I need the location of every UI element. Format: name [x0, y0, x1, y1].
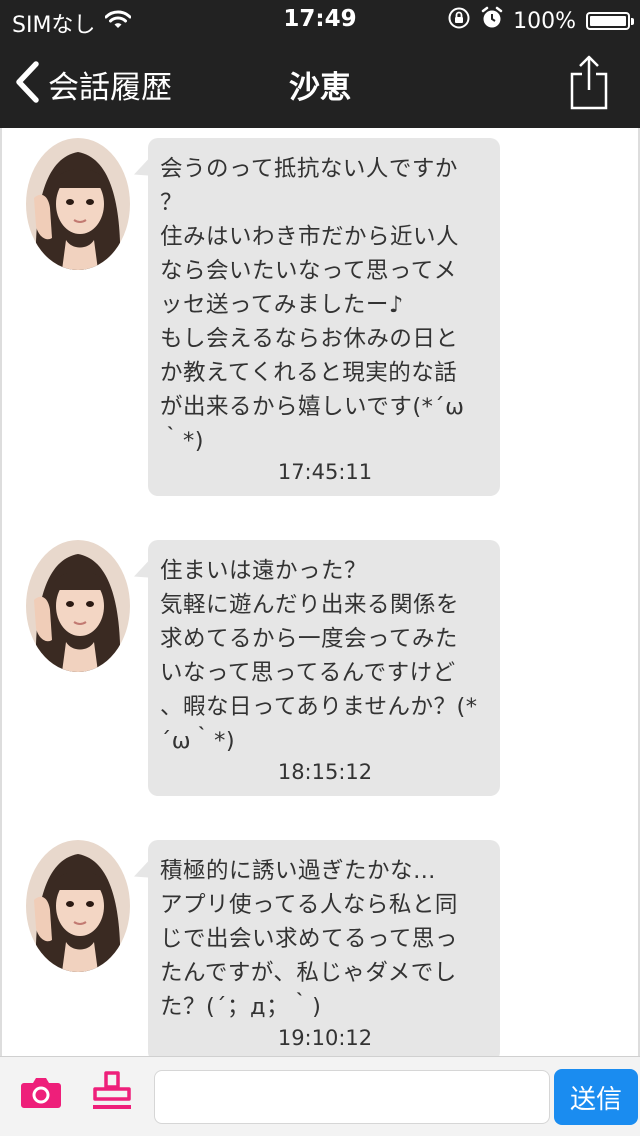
camera-icon	[20, 1078, 62, 1113]
avatar[interactable]	[26, 138, 130, 270]
alarm-icon	[481, 6, 503, 36]
status-bar: SIMなし 17:49 100%	[0, 0, 640, 40]
top-bar: SIMなし 17:49 100% 会話履歴 沙恵	[0, 0, 640, 128]
message-text: 住まいは遠かった？ 気軽に遊んだり出来る関係を 求めてるから一度会ってみた いな…	[160, 558, 478, 754]
stamp-button[interactable]	[90, 1069, 134, 1119]
message-bubble[interactable]: 会うのって抵抗ない人ですか ？ 住みはいわき市だから近い人 なら会いたいなって思…	[148, 138, 500, 496]
message-bubble[interactable]: 積極的に誘い過ぎたかな… アプリ使ってる人なら私と同 じで出会い求めてるって思っ…	[148, 840, 500, 1056]
share-button[interactable]	[568, 54, 610, 110]
camera-button[interactable]	[20, 1075, 62, 1113]
message-timestamp: 19:10:12	[277, 1026, 373, 1050]
nav-bar: 会話履歴 沙恵	[0, 40, 640, 128]
message-text: 会うのって抵抗ない人ですか ？ 住みはいわき市だから近い人 なら会いたいなって思…	[160, 156, 465, 454]
stamp-icon	[90, 1071, 134, 1119]
send-button[interactable]: 送信	[554, 1069, 638, 1125]
message-timestamp: 18:15:12	[277, 760, 373, 784]
page-title: 沙恵	[289, 70, 351, 106]
share-icon	[568, 55, 610, 114]
message-timestamp: 17:45:11	[277, 460, 373, 484]
avatar[interactable]	[26, 540, 130, 672]
battery-percent: 100%	[513, 8, 576, 34]
message-list[interactable]: 会うのって抵抗ない人ですか ？ 住みはいわき市だから近い人 なら会いたいなって思…	[0, 128, 640, 1056]
rotation-lock-icon	[447, 6, 471, 36]
chat-screen: SIMなし 17:49 100% 会話履歴 沙恵 会うのって抵抗ない人ですか ？…	[0, 0, 640, 1136]
status-right: 100%	[447, 6, 634, 36]
battery-icon	[586, 12, 634, 30]
message-text: 積極的に誘い過ぎたかな… アプリ使ってる人なら私と同 じで出会い求めてるって思っ…	[160, 858, 458, 1020]
message-input[interactable]	[154, 1070, 550, 1124]
message-bubble[interactable]: 住まいは遠かった？ 気軽に遊んだり出来る関係を 求めてるから一度会ってみた いな…	[148, 540, 500, 796]
message-input-bar: 送信	[0, 1056, 640, 1136]
avatar[interactable]	[26, 840, 130, 972]
